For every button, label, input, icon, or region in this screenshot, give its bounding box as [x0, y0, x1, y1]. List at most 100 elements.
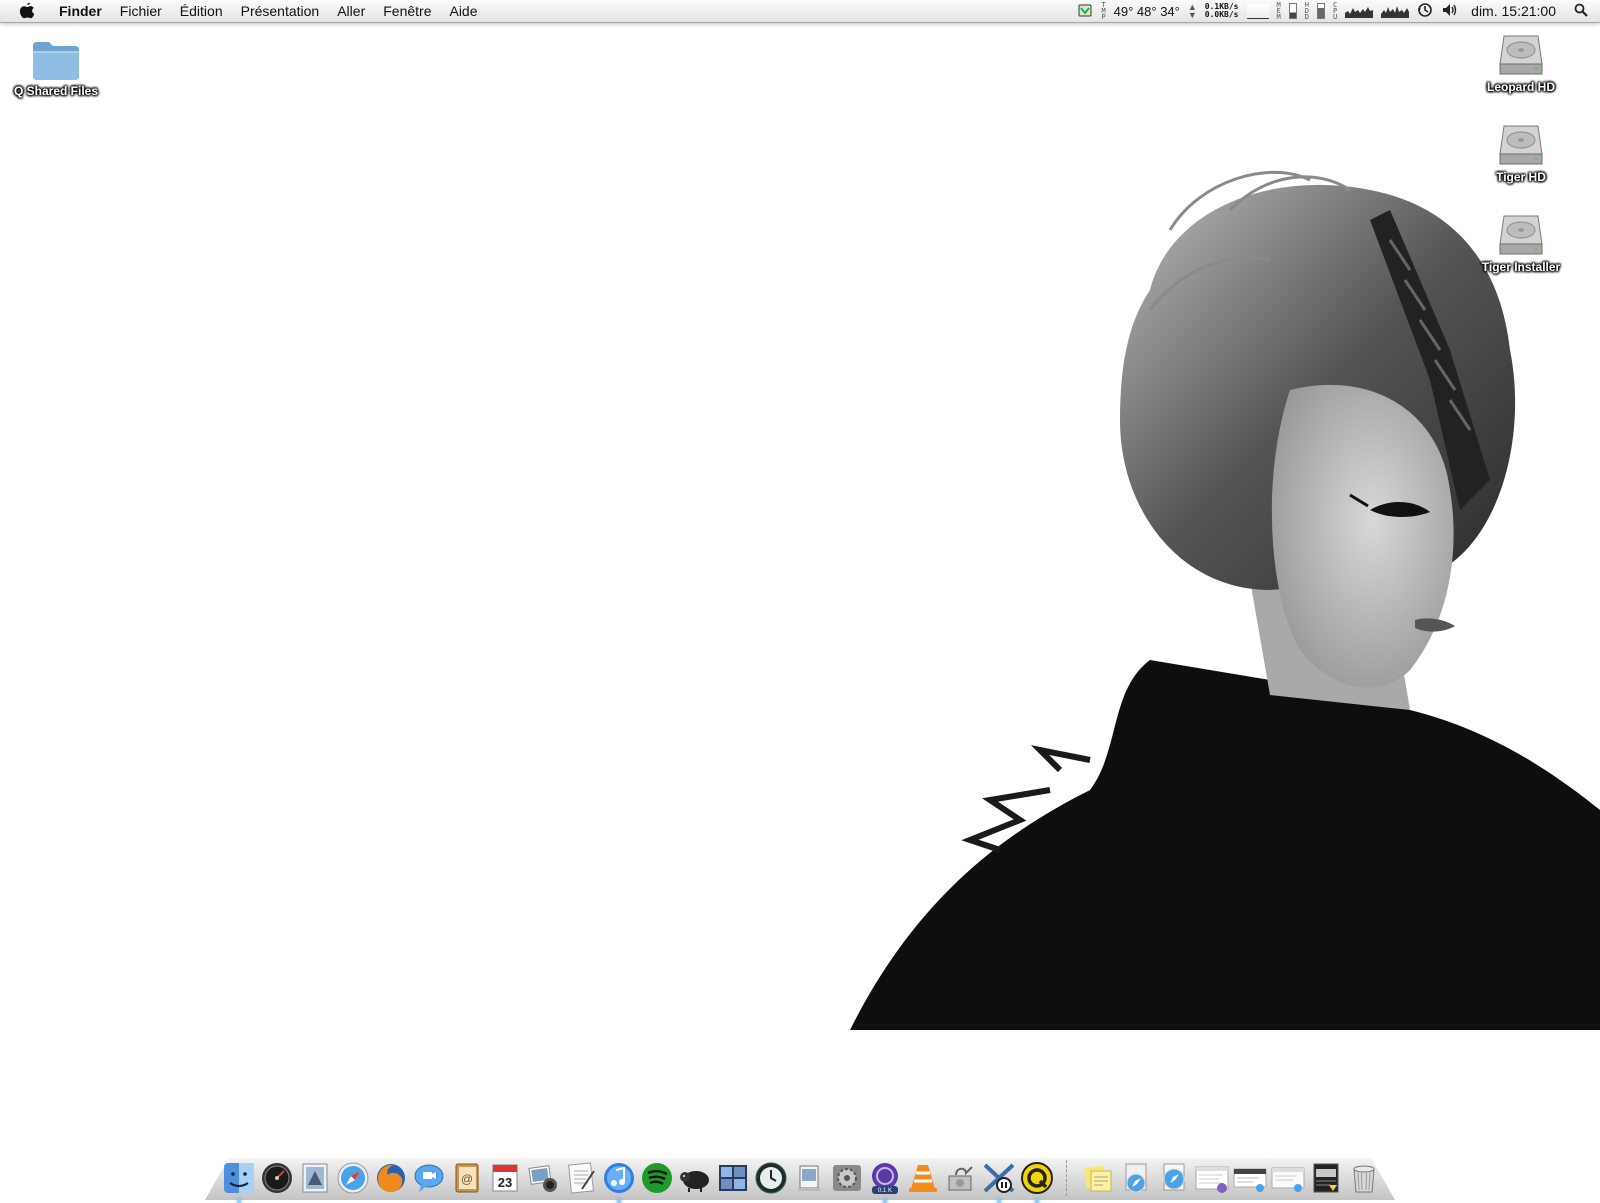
dock-firefox[interactable] — [374, 1160, 408, 1196]
finder-icon — [224, 1163, 254, 1193]
dock-safari[interactable] — [336, 1160, 370, 1196]
preview-icon — [798, 1165, 820, 1191]
spotlight-icon[interactable] — [1574, 3, 1588, 20]
stickies-icon — [1083, 1165, 1112, 1192]
disk-utility-icon — [948, 1166, 973, 1191]
desktop-item-leopard-hd[interactable]: Leopard HD — [1466, 30, 1576, 94]
volume-icon[interactable] — [1441, 2, 1459, 21]
desktop-item-label: Q Shared Files — [13, 84, 99, 98]
dock-quicksilver[interactable] — [1020, 1160, 1054, 1203]
menu-bar: Finder Fichier Édition Présentation Alle… — [0, 0, 1600, 23]
menu-presentation[interactable]: Présentation — [232, 0, 329, 22]
wallpaper-portrait — [850, 170, 1600, 1030]
network-readout[interactable]: 0.1KB/s 0.0KB/s — [1205, 3, 1239, 19]
system-preferences-icon — [833, 1165, 861, 1191]
dock-stack-safari[interactable] — [1119, 1160, 1153, 1196]
sheepshaver-icon — [680, 1171, 709, 1192]
dock-window-4[interactable] — [1309, 1160, 1343, 1196]
hard-drive-icon — [1499, 35, 1543, 75]
dock-mail[interactable] — [298, 1160, 332, 1196]
istat-icon[interactable] — [1077, 2, 1093, 21]
dock-address-book[interactable]: @ — [450, 1160, 484, 1196]
dock-time-machine[interactable] — [754, 1160, 788, 1196]
dock-spotify[interactable] — [640, 1160, 674, 1196]
menu-edition[interactable]: Édition — [171, 0, 232, 22]
dock-itunes[interactable] — [602, 1160, 636, 1203]
network-meter — [1246, 3, 1269, 19]
menu-aide[interactable]: Aide — [440, 0, 486, 22]
dock-textedit[interactable] — [564, 1160, 598, 1196]
status-area: TMP 49° 48° 34° ▲ ▼ 0.1KB/s 0.0KB/s MEM H… — [1077, 0, 1592, 22]
disk-bar[interactable] — [1316, 3, 1325, 19]
dashboard-icon — [262, 1163, 292, 1193]
dock: @ 23 0.1 K — [222, 1150, 1381, 1203]
textedit-icon — [568, 1162, 595, 1194]
dock-ichat[interactable] — [412, 1160, 446, 1196]
dock-system-preferences[interactable] — [830, 1160, 864, 1196]
dock-preview[interactable] — [792, 1160, 826, 1196]
desktop-item-tiger-installer[interactable]: Tiger Installer — [1466, 210, 1576, 274]
ichat-icon — [414, 1164, 444, 1192]
clock[interactable]: dim. 15:21:00 — [1471, 3, 1556, 19]
mem-label: MEM — [1276, 1, 1281, 21]
hdd-label: HDD — [1304, 1, 1309, 21]
dock-vlc[interactable] — [906, 1160, 940, 1196]
spotify-icon — [642, 1163, 672, 1193]
menu-aller[interactable]: Aller — [328, 0, 374, 22]
ical-icon: 23 — [492, 1164, 518, 1192]
trash-icon — [1353, 1165, 1375, 1193]
temp-label: TMP — [1101, 1, 1106, 21]
spaces-icon — [719, 1165, 747, 1191]
desktop-item-label: Tiger HD — [1496, 170, 1546, 184]
memory-bar[interactable] — [1288, 3, 1297, 19]
apple-menu-icon[interactable] — [18, 2, 36, 20]
quicksilver-icon — [1021, 1162, 1053, 1194]
window-thumb-1-icon — [1195, 1166, 1229, 1193]
dock-trash[interactable] — [1347, 1160, 1381, 1196]
desktop-item-tiger-hd[interactable]: Tiger HD — [1466, 120, 1576, 184]
dock-ical[interactable]: 23 — [488, 1160, 522, 1196]
safari-stack-icon — [1125, 1163, 1147, 1193]
folder-icon — [33, 42, 79, 80]
dock-sheepshaver[interactable] — [678, 1160, 712, 1196]
time-machine-icon — [755, 1162, 787, 1194]
dock-stack-downloads[interactable] — [1157, 1160, 1191, 1196]
dock-window-1[interactable] — [1195, 1160, 1229, 1196]
dock-window-2[interactable] — [1233, 1160, 1267, 1196]
window-thumb-2-icon — [1233, 1168, 1267, 1192]
activity-graph[interactable] — [1381, 4, 1410, 18]
window-thumb-3-icon — [1271, 1167, 1305, 1192]
desktop-item-q-shared-files[interactable]: Q Shared Files — [1, 40, 111, 98]
firefox-icon — [377, 1164, 405, 1193]
dock-iphoto[interactable] — [526, 1160, 560, 1196]
growl-icon — [983, 1163, 1015, 1193]
iphoto-icon — [528, 1165, 557, 1192]
menu-fichier[interactable]: Fichier — [111, 0, 171, 22]
temperature-readout[interactable]: 49° 48° 34° — [1114, 4, 1180, 19]
vlc-icon — [909, 1165, 937, 1192]
dock-spaces[interactable] — [716, 1160, 750, 1196]
menu-fenetre[interactable]: Fenêtre — [374, 0, 440, 22]
address-book-icon: @ — [455, 1163, 479, 1193]
dock-finder[interactable] — [222, 1160, 256, 1203]
svg-text:@: @ — [461, 1172, 473, 1186]
dock-dashboard[interactable] — [260, 1160, 294, 1196]
itunes-icon — [604, 1163, 634, 1193]
desktop-item-label: Tiger Installer — [1481, 260, 1561, 274]
desktop-item-label: Leopard HD — [1486, 80, 1555, 94]
cpu-label: CPU — [1332, 1, 1338, 21]
dock-growl[interactable] — [982, 1160, 1016, 1203]
window-thumb-4-icon — [1313, 1163, 1339, 1193]
dock-disk-utility[interactable] — [944, 1160, 978, 1196]
transmission-icon: 0.1 K — [872, 1163, 898, 1194]
dock-stack-stickies[interactable] — [1081, 1160, 1115, 1196]
calendar-day: 23 — [498, 1175, 512, 1190]
hard-drive-icon — [1499, 215, 1543, 255]
safari-icon — [337, 1162, 369, 1194]
time-machine-icon[interactable] — [1417, 2, 1433, 21]
mail-stamp-icon — [302, 1163, 328, 1193]
dock-transmission[interactable]: 0.1 K — [868, 1160, 902, 1203]
cpu-graph[interactable] — [1345, 4, 1374, 18]
menu-finder[interactable]: Finder — [50, 0, 111, 22]
dock-window-3[interactable] — [1271, 1160, 1305, 1196]
